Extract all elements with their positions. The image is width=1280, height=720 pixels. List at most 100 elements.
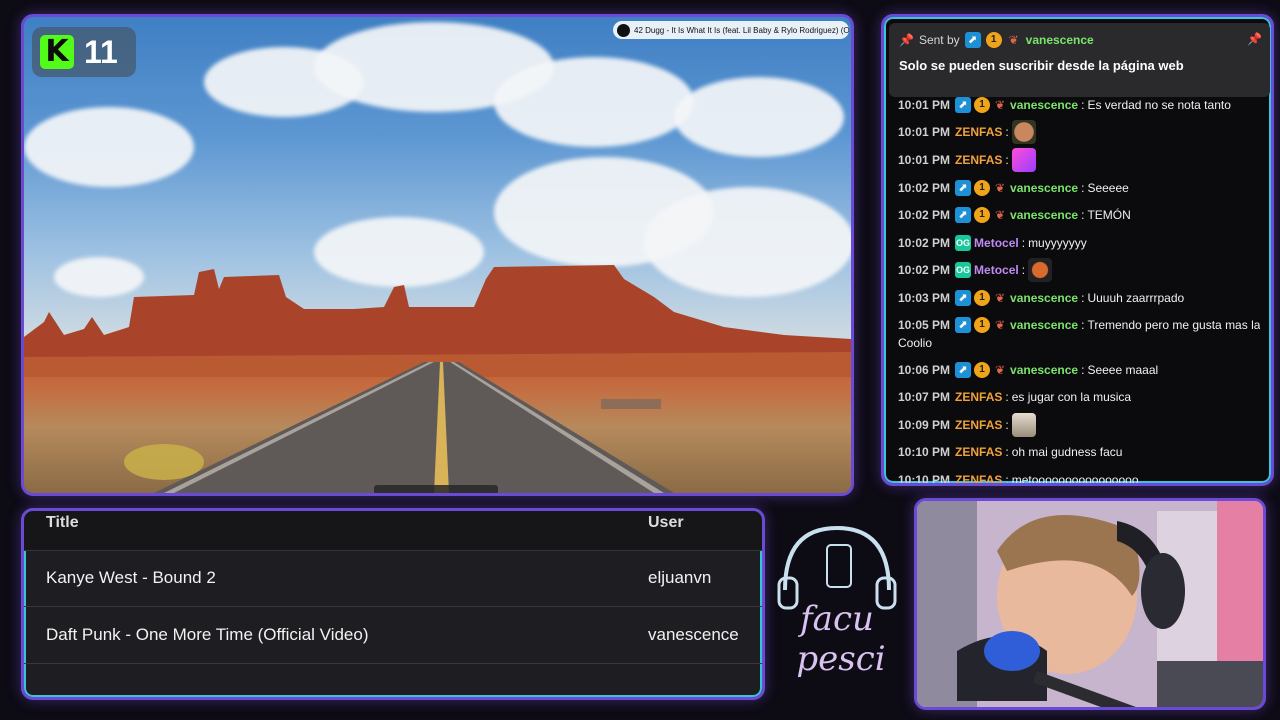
chat-username[interactable]: vanescence (1010, 318, 1078, 332)
message-time: 10:01 PM (898, 125, 951, 140)
song-requester: eljuanvn (648, 568, 712, 587)
now-playing-pill: 42 Dugg - It Is What It Is (feat. Lil Ba… (613, 21, 849, 39)
chat-username[interactable]: vanescence (1010, 208, 1078, 222)
pinned-text: Solo se pueden suscribir desde la página… (899, 58, 1184, 73)
colon-separator: : (1005, 472, 1009, 486)
rose-badge-icon: ❦ (995, 97, 1006, 112)
chat-message: 10:05 PM ⬈ 1 ❦ vanescence: Tremendo pero me g… (898, 312, 1267, 356)
chat-username[interactable]: vanescence (1010, 98, 1078, 112)
og-badge-icon: OG (955, 262, 972, 279)
chat-emote (1028, 258, 1053, 283)
gift-badge-icon: 1 (974, 289, 991, 306)
gift-badge-icon: 1 (974, 179, 991, 196)
rose-badge-icon: ❦ (995, 362, 1006, 377)
message-text-continued: Coolio (898, 336, 933, 351)
gift-badge-icon: 1 (974, 361, 991, 378)
chat-username[interactable]: ZENFAS (955, 473, 1002, 483)
logo-word-pesci: pesci (796, 639, 885, 679)
song-queue-panel: Title User Kanye West - Bound 2 eljuanvn… (21, 508, 765, 700)
unpin-icon[interactable]: 📌 (1247, 32, 1262, 46)
song-title: Daft Punk - One More Time (Official Vide… (46, 625, 369, 644)
message-text: Seeeee (1087, 180, 1129, 195)
message-time: 10:03 PM (898, 290, 951, 305)
queue-row[interactable]: Kanye West - Bound 2 eljuanvn (24, 551, 762, 607)
user-column-header: User (648, 514, 684, 531)
chat-message: 10:02 PM OG Metocel: muyyyyyyy (898, 229, 1267, 257)
colon-separator: : (1021, 235, 1026, 250)
chat-message: 10:03 PM ⬈ 1 ❦ vanescence: Uuuuh zaarrrpado (898, 284, 1267, 312)
pinned-username[interactable]: vanescence (1026, 33, 1094, 47)
queue-header: Title User (24, 511, 762, 551)
chat-message: 10:07 PM ZENFAS: es jugar con la musica (898, 383, 1267, 411)
chat-message: 10:02 PM ⬈ 1 ❦ vanescence: Seeeee (898, 174, 1267, 202)
message-text: oh mai gudness facu (1011, 445, 1123, 460)
title-column-header: Title (46, 514, 79, 531)
message-text: Es verdad no se nota tanto (1087, 97, 1231, 112)
message-time: 10:02 PM (898, 235, 951, 250)
og-badge-icon: OG (955, 234, 972, 251)
message-text: TEMÓN (1087, 208, 1131, 223)
chat-message: 10:09 PM ZENFAS: (898, 411, 1267, 439)
chat-username[interactable]: ZENFAS (955, 390, 1002, 404)
pin-icon: 📌 (899, 33, 914, 47)
chat-username[interactable]: Metocel (974, 236, 1019, 250)
message-text: muyyyyyyy (1028, 235, 1087, 250)
gift-badge-icon: 1 (974, 207, 991, 224)
message-time: 10:06 PM (898, 362, 951, 377)
chat-username[interactable]: ZENFAS (955, 153, 1002, 167)
gift-badge-icon: 1 (985, 32, 1002, 48)
chat-emote (1011, 147, 1036, 172)
kick-logo-icon: K (40, 35, 74, 69)
song-title: Kanye West - Bound 2 (46, 568, 216, 587)
desert-road-scene (24, 17, 851, 493)
colon-separator: : (1081, 208, 1085, 223)
colon-separator: : (1005, 445, 1009, 460)
message-time: 10:02 PM (898, 208, 951, 223)
rose-badge-icon: ❦ (995, 290, 1006, 305)
chat-username[interactable]: ZENFAS (955, 445, 1002, 459)
chat-emote (1011, 120, 1036, 145)
song-requester: vanescence (648, 625, 739, 644)
now-playing-title: 42 Dugg - It Is What It Is (feat. Lil Ba… (634, 25, 849, 35)
message-text: Seeee maaal (1087, 362, 1159, 377)
subscriber-badge-icon: ⬈ (955, 361, 972, 378)
colon-separator: : (1021, 263, 1026, 278)
colon-separator: : (1081, 180, 1085, 195)
chat-username[interactable]: ZENFAS (955, 125, 1002, 139)
chat-message: 10:10 PM ZENFAS: oh mai gudness facu (898, 439, 1267, 467)
subscriber-badge-icon: ⬈ (955, 96, 972, 113)
rose-badge-icon: ❦ (995, 180, 1006, 195)
chat-username[interactable]: vanescence (1010, 363, 1078, 377)
facu-pesci-logo: facu pesci (777, 525, 897, 679)
chat-username[interactable]: Metocel (974, 263, 1019, 277)
message-time: 10:10 PM (898, 445, 951, 460)
message-time: 10:01 PM (898, 152, 951, 167)
message-text: es jugar con la musica (1011, 390, 1132, 405)
colon-separator: : (1005, 390, 1009, 405)
chat-message: 10:10 PM ZENFAS: metoooooooooooooooo (898, 466, 1267, 486)
subscriber-badge-icon: ⬈ (955, 207, 972, 224)
rose-badge-icon: ❦ (1008, 33, 1019, 47)
pinned-header: 📌 Sent by ⬈ 1 ❦ vanescence (899, 32, 1260, 48)
mesas-and-road (24, 265, 851, 493)
chat-messages: 10:01 PM ⬈ 1 ❦ vanescence: Es verdad no se no… (898, 91, 1267, 486)
message-text: metoooooooooooooooo (1011, 472, 1139, 486)
chat-message: 10:02 PM OG Metocel: (898, 257, 1267, 285)
queue-row[interactable]: Daft Punk - One More Time (Official Vide… (24, 608, 762, 664)
message-time: 10:01 PM (898, 97, 951, 112)
sent-by-label: Sent by (918, 33, 960, 47)
subscriber-badge-icon: ⬈ (955, 317, 972, 334)
chat-message: 10:06 PM ⬈ 1 ❦ vanescence: Seeee maaal (898, 356, 1267, 384)
chat-username[interactable]: vanescence (1010, 291, 1078, 305)
message-time: 10:09 PM (898, 417, 951, 432)
webcam-feed (914, 498, 1266, 710)
message-text: Tremendo pero me gusta mas la (1087, 318, 1261, 333)
chat-username[interactable]: vanescence (1010, 181, 1078, 195)
colon-separator: : (1005, 152, 1009, 167)
rose-badge-icon: ❦ (995, 208, 1006, 223)
chat-emote (1011, 412, 1036, 437)
chat-username[interactable]: ZENFAS (955, 418, 1002, 432)
rose-badge-icon: ❦ (995, 318, 1006, 333)
chat-panel: 10:01 PM ⬈ 1 ❦ vanescence: Es verdad no se no… (881, 14, 1274, 486)
colon-separator: : (1005, 417, 1009, 432)
